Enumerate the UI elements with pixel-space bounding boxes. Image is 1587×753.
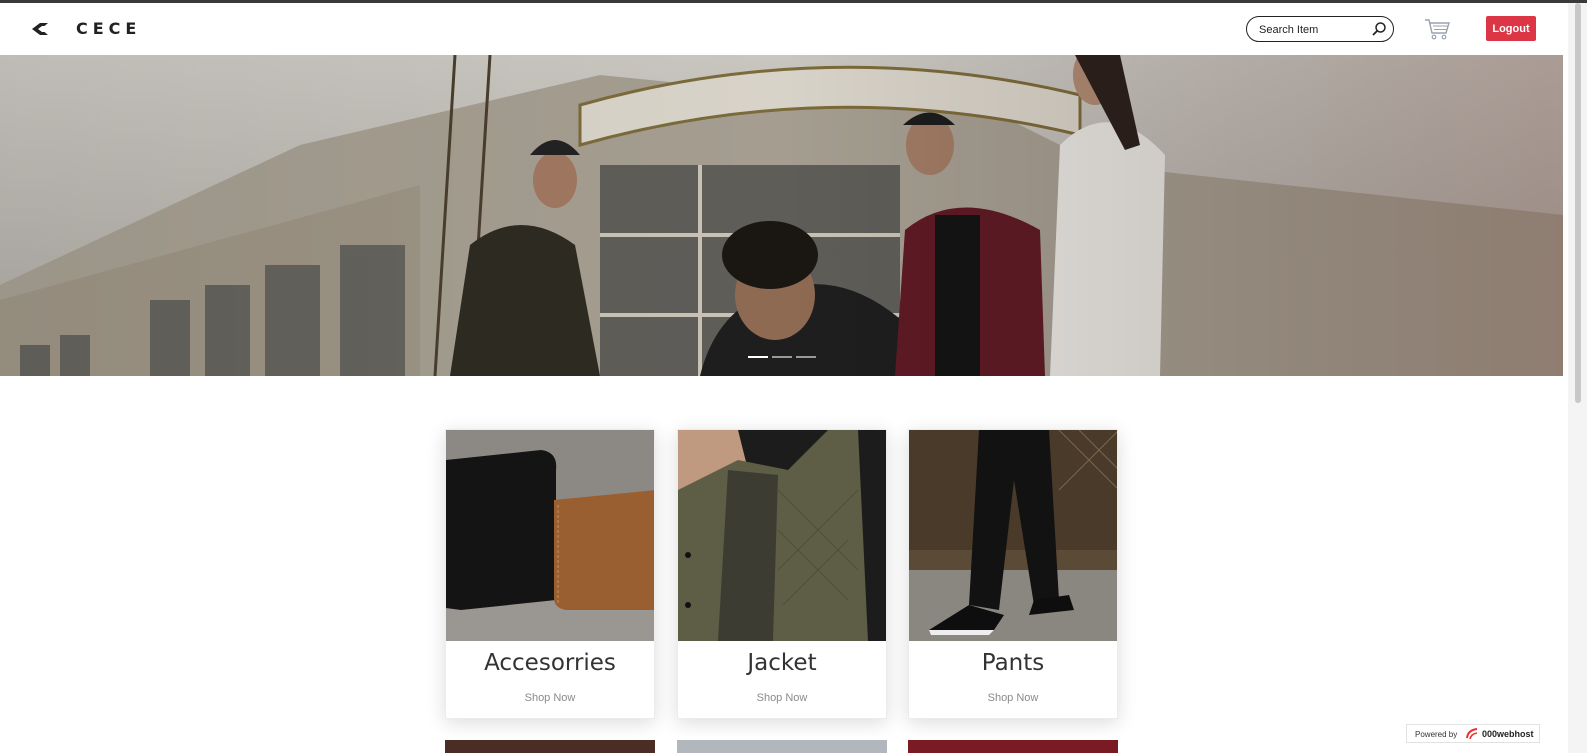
shop-now-link[interactable]: Shop Now	[446, 692, 654, 704]
cart-icon[interactable]	[1424, 17, 1450, 41]
powered-by-label: Powered by	[1415, 730, 1458, 739]
brand-name[interactable]: CECE	[76, 19, 141, 38]
category-card-jacket[interactable]: Jacket Shop Now	[677, 429, 887, 719]
carousel-dot-3[interactable]	[796, 356, 816, 358]
logout-button[interactable]: Logout	[1486, 16, 1536, 41]
category-card-accessories[interactable]: Accesorries Shop Now	[445, 429, 655, 719]
search-input[interactable]	[1259, 21, 1369, 38]
carousel-dot-1[interactable]	[748, 356, 768, 358]
accessories-image[interactable]	[446, 430, 654, 641]
navbar: CECE Logout	[0, 3, 1568, 55]
shop-now-link[interactable]: Shop Now	[678, 692, 886, 704]
hero-image	[0, 55, 1563, 376]
search-icon[interactable]	[1371, 21, 1387, 37]
carousel-dot-2[interactable]	[772, 356, 792, 358]
next-card-peek-1[interactable]	[445, 740, 655, 753]
card-title: Jacket	[747, 650, 817, 676]
jacket-image[interactable]	[678, 430, 886, 641]
shop-now-link[interactable]: Shop Now	[909, 692, 1117, 704]
webhost-brand: 000webhost	[1482, 729, 1534, 739]
brand-logo-icon[interactable]	[30, 21, 50, 37]
hero-carousel[interactable]	[0, 55, 1563, 376]
card-title: Accesorries	[484, 650, 616, 676]
scrollbar-thumb[interactable]	[1575, 3, 1581, 403]
search-box[interactable]	[1246, 16, 1394, 42]
next-card-peek-2[interactable]	[677, 740, 887, 753]
pants-image[interactable]	[909, 430, 1117, 641]
card-title: Pants	[981, 650, 1045, 676]
category-card-pants[interactable]: Pants Shop Now	[908, 429, 1118, 719]
powered-by-badge[interactable]: Powered by 000webhost	[1406, 724, 1540, 743]
next-card-peek-3[interactable]	[908, 740, 1118, 753]
carousel-indicators	[748, 356, 818, 359]
webhost-logo-icon	[1465, 727, 1479, 741]
